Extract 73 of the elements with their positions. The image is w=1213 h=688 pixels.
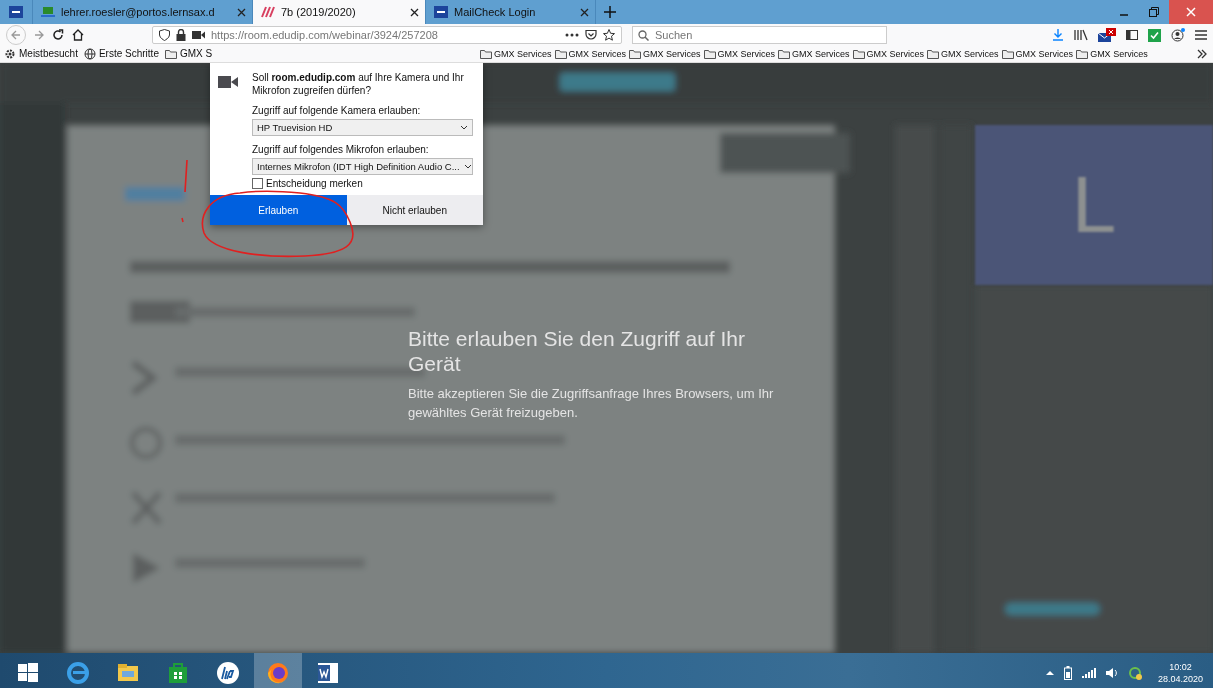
allow-button[interactable]: Erlauben: [210, 195, 347, 225]
sync-icon[interactable]: [1127, 666, 1142, 680]
close-icon[interactable]: [237, 7, 246, 17]
bookmark-folder[interactable]: GMX Services: [1076, 48, 1148, 59]
account-icon[interactable]: [1171, 28, 1185, 42]
mail-badge-icon[interactable]: [1098, 28, 1116, 42]
overlay-message: Bitte akzeptieren Sie die Zugriffsanfrage Ihres Browsers, um Ihr gewähltes Gerät freizugeben.: [408, 385, 775, 422]
new-tab-icon[interactable]: [604, 6, 616, 18]
up-caret-icon[interactable]: [1045, 670, 1054, 676]
chevron-icon[interactable]: [1197, 48, 1207, 59]
address-field[interactable]: https://room.edudip.com/webinar/3924/257208: [152, 26, 622, 44]
restore-icon[interactable]: [1149, 7, 1159, 17]
globe-icon: [83, 47, 96, 60]
word-icon[interactable]: [316, 661, 340, 685]
mic-label: Zugriff auf folgendes Mikrofon erlauben:: [252, 144, 430, 155]
battery-icon[interactable]: [1063, 666, 1072, 680]
checkbox-label: Entscheidung merken: [266, 178, 363, 189]
camera-icon[interactable]: [192, 30, 205, 40]
pen-stroke: [184, 159, 188, 193]
bookmark[interactable]: Meistbesucht: [4, 47, 78, 60]
back-arrow-icon: [11, 30, 21, 40]
download-icon[interactable]: [1052, 29, 1064, 41]
browser-e-icon[interactable]: [66, 661, 90, 685]
menu-icon[interactable]: [1195, 30, 1207, 40]
camera-icon: [218, 75, 238, 89]
gmx-logo-icon: [434, 6, 448, 18]
speaker-icon[interactable]: [1105, 667, 1118, 679]
home-icon[interactable]: [72, 29, 84, 41]
close-icon[interactable]: [580, 7, 589, 17]
start-icon[interactable]: [18, 663, 38, 683]
store-bag-icon[interactable]: [166, 661, 190, 685]
deny-button[interactable]: Nicht erlauben: [346, 195, 483, 225]
stripes-icon: [261, 6, 275, 18]
bookmark-folder[interactable]: GMX Services: [852, 48, 925, 59]
camera-select[interactable]: HP Truevision HD: [252, 119, 473, 136]
sidebar-icon[interactable]: [1126, 29, 1138, 41]
bookmark-folder[interactable]: GMX Services: [480, 48, 552, 59]
camera-label: Zugriff auf folgende Kamera erlauben:: [252, 105, 422, 116]
search-icon: [638, 30, 649, 41]
browser-tab[interactable]: 7b (2019/2020): [253, 0, 426, 24]
bookmark[interactable]: GMX S: [164, 48, 213, 59]
pocket-icon[interactable]: [585, 29, 597, 41]
checkmark-icon[interactable]: [1148, 28, 1161, 42]
forward-arrow-icon[interactable]: [34, 30, 44, 40]
clock[interactable]: 10:02 28.04.2020: [1151, 661, 1209, 685]
bookmark-folder[interactable]: GMX Services: [554, 48, 627, 59]
star-icon[interactable]: [603, 29, 615, 41]
gear-icon: [4, 47, 16, 60]
caret-icon: [463, 164, 472, 169]
search-field[interactable]: Suchen: [632, 26, 887, 44]
bookmark-folder[interactable]: GMX Services: [778, 48, 850, 59]
gmx-logo-icon: [9, 6, 23, 18]
shield-icon[interactable]: [159, 29, 170, 41]
bookmark-folder[interactable]: GMX Services: [703, 48, 776, 59]
mic-select[interactable]: Internes Mikrofon (IDT High Definition Audio C...: [252, 158, 473, 175]
firefox-icon[interactable]: [266, 661, 290, 685]
bookmark-folder[interactable]: GMX Services: [927, 48, 999, 59]
avatar-letter: L: [1071, 159, 1117, 251]
hp-logo-icon[interactable]: [216, 661, 240, 685]
caret-icon: [460, 125, 468, 130]
close-icon[interactable]: [410, 7, 419, 17]
overlay-title: Bitte erlauben Sie den Zugriff auf Ihr Gerät: [408, 326, 746, 376]
bookmark[interactable]: Erste Schritte: [83, 47, 159, 60]
reload-icon[interactable]: [52, 29, 64, 41]
library-icon[interactable]: [1074, 29, 1088, 41]
signal-icon[interactable]: [1081, 668, 1096, 678]
bookmark-folder[interactable]: GMX Services: [629, 48, 701, 59]
bookmark-folder[interactable]: GMX Services: [1001, 48, 1074, 59]
more-icon[interactable]: [565, 33, 579, 37]
laptop-icon: [41, 6, 55, 18]
permission-question: Soll room.edudip.com auf Ihre Kamera und Ihr Mikrofon zugreifen dürfen?: [252, 71, 465, 97]
lock-icon[interactable]: [176, 29, 186, 41]
checkbox[interactable]: [252, 178, 263, 189]
